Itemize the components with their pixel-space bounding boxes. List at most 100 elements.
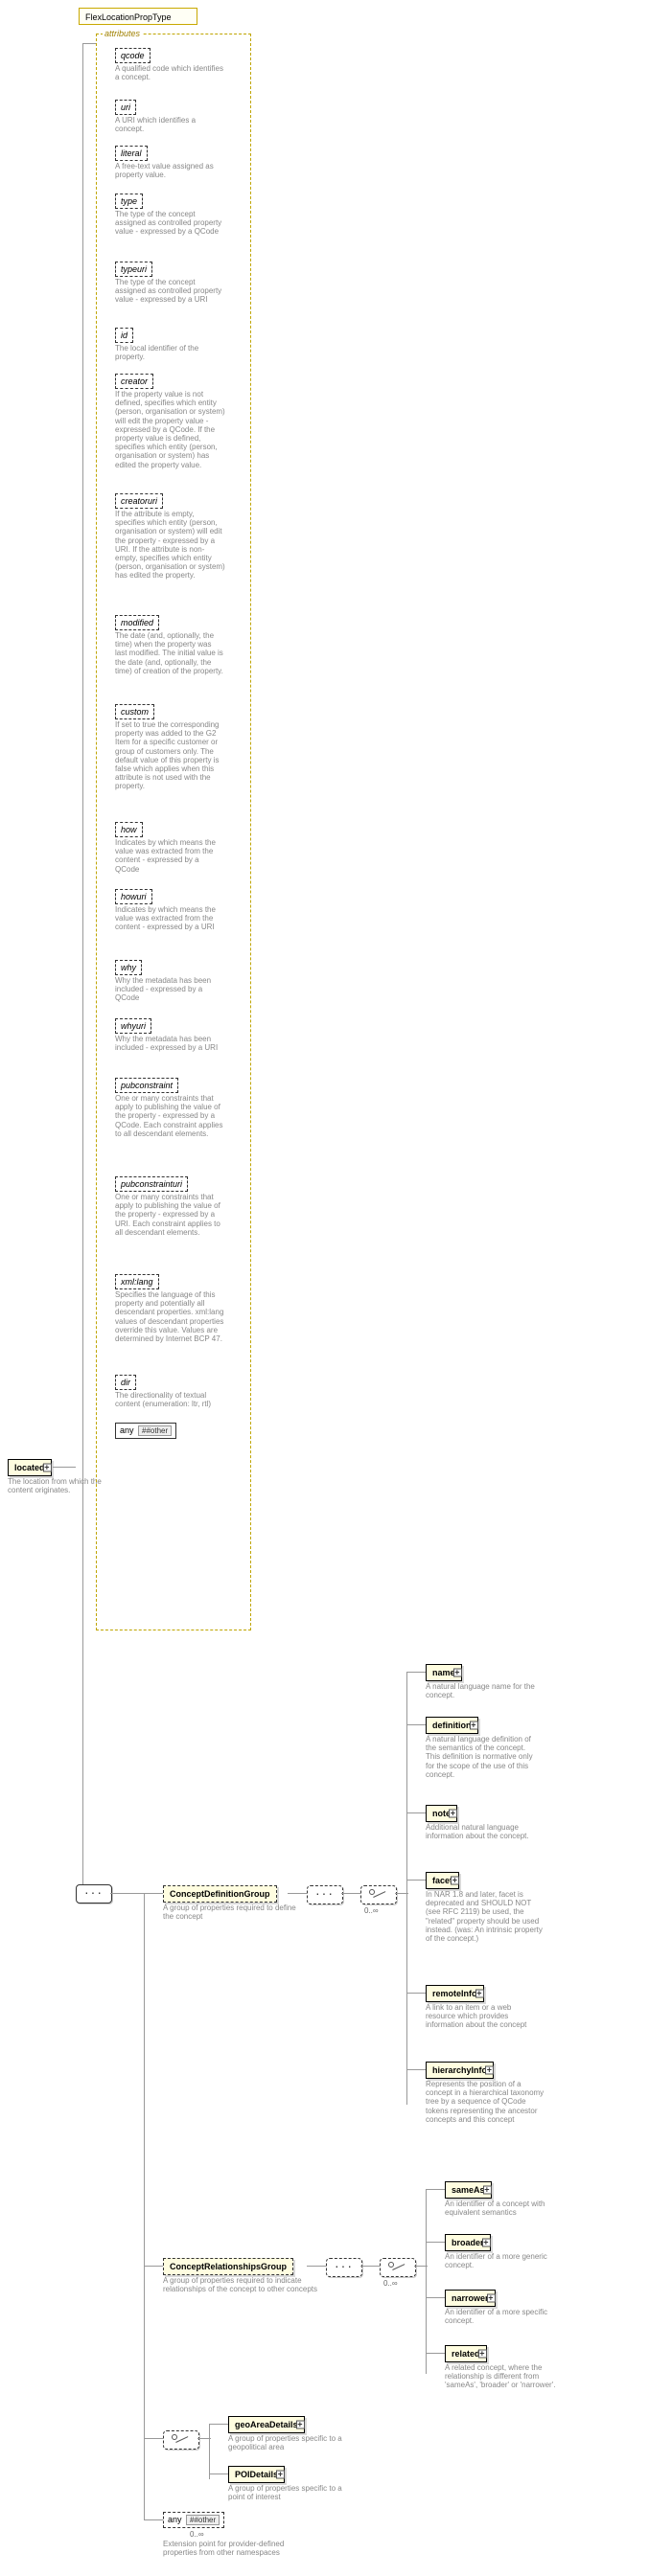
attr-desc: The directionality of textual content (e… xyxy=(115,1391,225,1408)
attr-name: why xyxy=(115,960,142,975)
attr-modified: modified The date (and, optionally, the … xyxy=(115,615,225,675)
rel-choice-compositor xyxy=(380,2258,416,2277)
def-choice-compositor xyxy=(360,1885,397,1904)
attr-desc: If the attribute is empty, specifies whi… xyxy=(115,510,225,581)
group-concept-definition[interactable]: ConceptDefinitionGroup xyxy=(163,1885,277,1903)
attr-name: type xyxy=(115,194,143,209)
attr-how: how Indicates by which means the value w… xyxy=(115,822,225,874)
attr-name: custom xyxy=(115,704,154,719)
group-label: ConceptDefinitionGroup xyxy=(170,1889,270,1899)
attr-desc: The date (and, optionally, the time) whe… xyxy=(115,631,225,675)
attr-whyuri: whyuri Why the metadata has been include… xyxy=(115,1018,225,1052)
attr-name: typeuri xyxy=(115,262,152,277)
group-concept-relationships[interactable]: ConceptRelationshipsGroup xyxy=(163,2258,293,2275)
elem-desc: An identifier of a more generic concept. xyxy=(445,2252,560,2269)
root-element-label: located xyxy=(14,1463,45,1472)
any-ns: ##other xyxy=(186,2515,220,2525)
elem-facet[interactable]: facet xyxy=(426,1872,459,1889)
attr-name: qcode xyxy=(115,48,151,63)
attr-desc: Why the metadata has been included - exp… xyxy=(115,976,225,1003)
def-occ: 0..∞ xyxy=(364,1906,379,1915)
attr-desc: Specifies the language of this property … xyxy=(115,1290,225,1343)
elem-geoAreaDetails[interactable]: geoAreaDetails xyxy=(228,2416,305,2433)
elem-desc: A natural language definition of the sem… xyxy=(426,1735,541,1779)
any-ns: ##other xyxy=(138,1425,172,1436)
root-element[interactable]: located xyxy=(8,1459,52,1476)
attr-xmllang: xml:lang Specifies the language of this … xyxy=(115,1274,225,1343)
elem-desc: A group of properties specific to a geop… xyxy=(228,2434,353,2451)
elem-hierarchyInfo[interactable]: hierarchyInfo xyxy=(426,2062,494,2079)
rel-sequence-compositor xyxy=(326,2258,362,2277)
any-label: any xyxy=(120,1425,134,1435)
elem-desc: An identifier of a concept with equivale… xyxy=(445,2200,560,2217)
attr-typeuri: typeuri The type of the concept assigned… xyxy=(115,262,225,305)
attr-why: why Why the metadata has been included -… xyxy=(115,960,225,1003)
attr-name: creatoruri xyxy=(115,493,163,509)
attr-name: pubconstrainturi xyxy=(115,1176,188,1192)
tail-any: any ##other xyxy=(163,2512,224,2528)
attr-dir: dir The directionality of textual conten… xyxy=(115,1375,225,1408)
any-label: any xyxy=(168,2515,182,2524)
attr-name: literal xyxy=(115,146,148,161)
elem-desc: A related concept, where the relationshi… xyxy=(445,2363,565,2390)
attr-desc: Why the metadata has been included - exp… xyxy=(115,1035,225,1052)
attr-id: id The local identifier of the property. xyxy=(115,328,225,361)
attr-desc: One or many constraints that apply to pu… xyxy=(115,1094,225,1138)
attr-desc: Indicates by which means the value was e… xyxy=(115,838,225,874)
attr-custom: custom If set to true the corresponding … xyxy=(115,704,225,791)
attr-desc: Indicates by which means the value was e… xyxy=(115,905,225,932)
attr-desc: If the property value is not defined, sp… xyxy=(115,390,225,469)
elem-desc: A natural language name for the concept. xyxy=(426,1682,541,1699)
def-sequence-compositor xyxy=(307,1885,343,1904)
attr-desc: The type of the concept assigned as cont… xyxy=(115,210,225,237)
attr-name: uri xyxy=(115,100,136,115)
tail-any-desc: Extension point for provider-defined pro… xyxy=(163,2540,297,2557)
attr-name: howuri xyxy=(115,889,152,904)
elem-narrower[interactable]: narrower xyxy=(445,2290,496,2307)
attributes-frame-label: attributes xyxy=(103,29,142,38)
group-desc: A group of properties required to define… xyxy=(163,1904,307,1921)
attr-name: dir xyxy=(115,1375,136,1390)
elem-sameAs[interactable]: sameAs xyxy=(445,2181,492,2199)
geo-poi-choice-compositor xyxy=(163,2430,199,2450)
attr-desc: A qualified code which identifies a conc… xyxy=(115,64,225,81)
type-box: FlexLocationPropType xyxy=(79,8,197,25)
attr-name: id xyxy=(115,328,133,343)
elem-remoteInfo[interactable]: remoteInfo xyxy=(426,1985,484,2002)
elem-desc: Represents the position of a concept in … xyxy=(426,2080,545,2124)
attr-name: xml:lang xyxy=(115,1274,159,1289)
type-name: FlexLocationPropType xyxy=(85,12,172,22)
attr-name: whyuri xyxy=(115,1018,151,1034)
attr-uri: uri A URI which identifies a concept. xyxy=(115,100,225,133)
attr-literal: literal A free-text value assigned as pr… xyxy=(115,146,225,179)
attr-name: how xyxy=(115,822,143,837)
attr-pubconstraint: pubconstraint One or many constraints th… xyxy=(115,1078,225,1138)
attr-desc: One or many constraints that apply to pu… xyxy=(115,1193,225,1237)
attr-creatoruri: creatoruri If the attribute is empty, sp… xyxy=(115,493,225,581)
attr-howuri: howuri Indicates by which means the valu… xyxy=(115,889,225,932)
elem-POIDetails[interactable]: POIDetails xyxy=(228,2466,285,2483)
elem-broader[interactable]: broader xyxy=(445,2234,491,2251)
elem-desc: A link to an item or a web resource whic… xyxy=(426,2003,541,2030)
attr-qcode: qcode A qualified code which identifies … xyxy=(115,48,225,81)
elem-desc: Additional natural language information … xyxy=(426,1823,541,1840)
elem-name[interactable]: name xyxy=(426,1664,462,1681)
elem-related[interactable]: related xyxy=(445,2345,487,2362)
attr-pubconstrainturi: pubconstrainturi One or many constraints… xyxy=(115,1176,225,1237)
group-desc: A group of properties required to indica… xyxy=(163,2276,321,2293)
attr-desc: If set to true the corresponding propert… xyxy=(115,720,225,791)
rel-occ: 0..∞ xyxy=(383,2279,398,2288)
elem-definition[interactable]: definition xyxy=(426,1717,478,1734)
elem-desc: In NAR 1.8 and later, facet is deprecate… xyxy=(426,1890,545,1943)
attr-name: pubconstraint xyxy=(115,1078,178,1093)
tail-any-occ: 0..∞ xyxy=(190,2530,204,2539)
group-label: ConceptRelationshipsGroup xyxy=(170,2262,287,2271)
attr-desc: The type of the concept assigned as cont… xyxy=(115,278,225,305)
attr-creator: creator If the property value is not def… xyxy=(115,374,225,469)
attr-type: type The type of the concept assigned as… xyxy=(115,194,225,237)
attr-desc: The local identifier of the property. xyxy=(115,344,225,361)
elem-note[interactable]: note xyxy=(426,1805,457,1822)
elem-desc: An identifier of a more specific concept… xyxy=(445,2308,560,2325)
attr-desc: A free-text value assigned as property v… xyxy=(115,162,225,179)
main-sequence-compositor xyxy=(76,1884,112,1904)
